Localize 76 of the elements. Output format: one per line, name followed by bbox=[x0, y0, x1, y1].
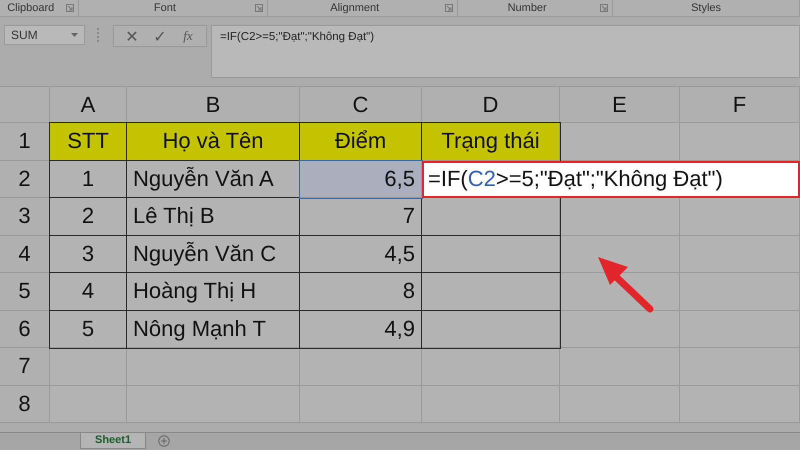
name-box[interactable]: SUM bbox=[4, 25, 85, 45]
column-header[interactable]: C bbox=[300, 87, 422, 123]
table-cell[interactable]: 1 bbox=[50, 160, 127, 198]
table-cell[interactable] bbox=[300, 386, 422, 423]
row-header[interactable]: 5 bbox=[0, 273, 50, 310]
ribbon-group-label: Styles bbox=[690, 2, 722, 14]
table-cell[interactable]: 4 bbox=[50, 273, 127, 310]
column-header[interactable]: F bbox=[680, 87, 800, 123]
table-cell[interactable] bbox=[560, 386, 680, 423]
table-cell[interactable] bbox=[560, 198, 680, 236]
table-cell[interactable]: 5 bbox=[50, 310, 127, 348]
sheet-tab[interactable]: Sheet1 bbox=[80, 433, 146, 449]
header-cell[interactable]: Điểm bbox=[300, 123, 422, 160]
add-sheet-icon[interactable] bbox=[158, 435, 170, 447]
table-cell[interactable] bbox=[680, 123, 800, 160]
table-cell[interactable] bbox=[560, 310, 680, 348]
formula-field[interactable]: =IF(C2>=5;"Đạt";"Không Đạt") bbox=[211, 25, 800, 78]
column-header[interactable]: A bbox=[50, 87, 127, 123]
table-cell[interactable] bbox=[422, 198, 560, 236]
table-cell[interactable]: Hoàng Thị H bbox=[127, 273, 300, 310]
table-cell[interactable] bbox=[680, 348, 800, 386]
editing-cell[interactable]: =IF(C2>=5;"Đạt";"Không Đạt") bbox=[422, 160, 800, 198]
ribbon-group-label: Font bbox=[152, 2, 177, 14]
table-cell[interactable] bbox=[422, 310, 560, 348]
table-cell[interactable] bbox=[560, 348, 680, 386]
header-cell[interactable]: Trạng thái bbox=[422, 123, 560, 160]
table-cell[interactable] bbox=[680, 273, 800, 310]
pointer-arrow bbox=[598, 257, 654, 312]
table-cell[interactable]: 7 bbox=[300, 198, 422, 236]
table-cell[interactable] bbox=[300, 348, 422, 386]
dropdown-icon bbox=[71, 33, 78, 37]
row-header[interactable]: 7 bbox=[0, 348, 50, 386]
table-cell[interactable]: 3 bbox=[50, 236, 127, 273]
table-cell[interactable] bbox=[680, 236, 800, 273]
column-header[interactable]: D bbox=[422, 87, 560, 123]
dialog-launcher-icon[interactable] bbox=[600, 4, 608, 12]
table-cell[interactable] bbox=[560, 236, 680, 273]
table-cell[interactable]: 2 bbox=[50, 198, 127, 236]
table-cell[interactable]: 4,9 bbox=[300, 310, 422, 348]
table-cell[interactable] bbox=[50, 386, 127, 423]
name-box-value: SUM bbox=[11, 28, 38, 42]
table-cell[interactable] bbox=[422, 386, 560, 423]
row-header[interactable]: 3 bbox=[0, 198, 50, 236]
header-cell[interactable]: Họ và Tên bbox=[127, 123, 300, 160]
table-cell[interactable] bbox=[127, 386, 300, 423]
row-header[interactable]: 4 bbox=[0, 236, 50, 273]
table-cell[interactable]: Nguyễn Văn C bbox=[127, 236, 300, 273]
table-cell[interactable] bbox=[127, 348, 300, 386]
table-cell[interactable] bbox=[50, 348, 127, 386]
ribbon-group-label: Alignment bbox=[329, 2, 380, 14]
table-cell[interactable] bbox=[560, 123, 680, 160]
ribbon-group-label: Number bbox=[506, 2, 548, 14]
dialog-launcher-icon[interactable] bbox=[255, 4, 264, 12]
table-cell[interactable]: 6,5 bbox=[300, 160, 422, 198]
table-cell[interactable] bbox=[422, 273, 560, 310]
table-cell[interactable] bbox=[680, 386, 800, 423]
row-header[interactable]: 6 bbox=[0, 310, 50, 348]
table-cell[interactable]: Nguyễn Văn A bbox=[127, 160, 300, 198]
ribbon-group-label: Clipboard bbox=[6, 2, 56, 14]
header-cell[interactable]: STT bbox=[50, 123, 127, 160]
row-header[interactable]: 2 bbox=[0, 160, 50, 198]
dialog-launcher-icon[interactable] bbox=[445, 4, 454, 12]
table-cell[interactable] bbox=[422, 236, 560, 273]
table-cell[interactable]: 8 bbox=[300, 273, 422, 310]
table-cell[interactable] bbox=[680, 310, 800, 348]
table-cell[interactable]: Lê Thị B bbox=[127, 198, 300, 236]
table-cell[interactable]: Nông Mạnh T bbox=[127, 310, 300, 348]
table-cell[interactable] bbox=[680, 198, 800, 236]
table-cell[interactable] bbox=[422, 348, 560, 386]
row-header[interactable]: 1 bbox=[0, 123, 50, 160]
select-all-corner[interactable] bbox=[0, 87, 50, 123]
dialog-launcher-icon[interactable] bbox=[66, 4, 74, 12]
column-header[interactable]: B bbox=[127, 87, 300, 123]
row-header[interactable]: 8 bbox=[0, 386, 50, 423]
table-cell[interactable]: 4,5 bbox=[300, 236, 422, 273]
column-header[interactable]: E bbox=[560, 87, 680, 123]
